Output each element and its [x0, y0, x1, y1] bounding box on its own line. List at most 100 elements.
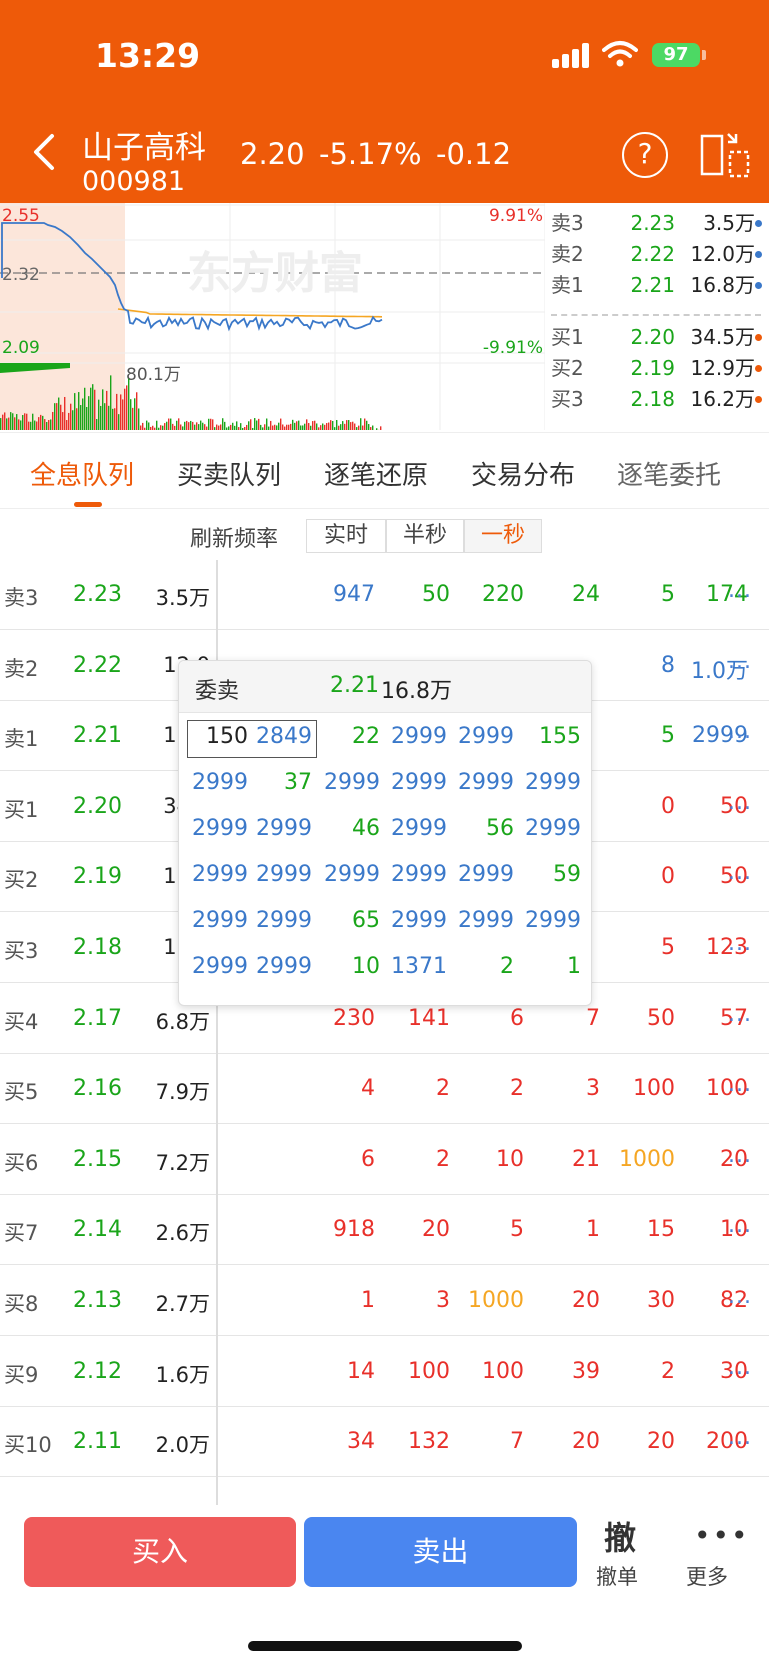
- queue-cell[interactable]: 39: [530, 1359, 600, 1384]
- tab-tick-restore[interactable]: 逐笔还原: [324, 455, 428, 492]
- queue-more[interactable]: ...: [728, 860, 752, 885]
- tab-bid-ask-queue[interactable]: 买卖队列: [177, 455, 281, 492]
- queue-cell[interactable]: 8: [605, 653, 675, 678]
- queue-more[interactable]: ...: [728, 1002, 752, 1027]
- queue-cell[interactable]: 100: [605, 1076, 675, 1101]
- popup-cell[interactable]: 56: [448, 816, 514, 841]
- popup-cell[interactable]: 2999: [182, 954, 248, 979]
- table-row[interactable]: 买10 2.11 2.0万 34 132 7 20 20 200...: [0, 1407, 769, 1478]
- queue-more[interactable]: ...: [728, 931, 752, 956]
- sell-button[interactable]: 卖出: [304, 1517, 577, 1587]
- queue-cell[interactable]: 0: [605, 864, 675, 889]
- popup-cell[interactable]: 59: [515, 862, 581, 887]
- popup-cell[interactable]: 2999: [515, 770, 581, 795]
- tab-trade-distribution[interactable]: 交易分布: [471, 455, 575, 492]
- refresh-option-half-second[interactable]: 半秒: [386, 519, 464, 553]
- queue-more[interactable]: ...: [728, 1213, 752, 1238]
- queue-more[interactable]: ...: [728, 719, 752, 744]
- more-label[interactable]: 更多: [686, 1561, 728, 1591]
- queue-cell[interactable]: 100: [380, 1359, 450, 1384]
- cancel-order-label[interactable]: 撤单: [596, 1561, 638, 1591]
- queue-cell[interactable]: 1: [305, 1288, 375, 1313]
- popup-cell[interactable]: 2999: [448, 908, 514, 933]
- popup-cell[interactable]: 2999: [246, 908, 312, 933]
- queue-more[interactable]: ...: [728, 578, 752, 603]
- intraday-chart[interactable]: 东方财富 2.55 2.32 2.09 9.91% -9.91% 80.1万: [0, 203, 546, 430]
- popup-cell[interactable]: 1: [515, 954, 581, 979]
- home-indicator[interactable]: [248, 1641, 522, 1651]
- popup-cell[interactable]: 10: [314, 954, 380, 979]
- queue-cell[interactable]: 3: [530, 1076, 600, 1101]
- table-row[interactable]: 卖3 2.23 3.5万 947 50 220 24 5 174...: [0, 560, 769, 630]
- refresh-option-one-second[interactable]: 一秒: [464, 519, 542, 553]
- order-book-row[interactable]: 卖2 2.22 12.0万: [545, 239, 769, 269]
- queue-more[interactable]: ...: [728, 1284, 752, 1309]
- queue-cell[interactable]: 2: [454, 1076, 524, 1101]
- queue-cell[interactable]: 4: [305, 1076, 375, 1101]
- queue-cell[interactable]: 20: [605, 1429, 675, 1454]
- order-book-row[interactable]: 卖3 2.23 3.5万: [545, 208, 769, 238]
- popup-cell[interactable]: 2999: [246, 862, 312, 887]
- buy-button[interactable]: 买入: [24, 1517, 296, 1587]
- table-row[interactable]: 买9 2.12 1.6万 14 100 100 39 2 30...: [0, 1337, 769, 1407]
- queue-cell[interactable]: 20: [380, 1217, 450, 1242]
- queue-cell[interactable]: 7: [454, 1429, 524, 1454]
- order-book-row[interactable]: 买1 2.20 34.5万: [545, 322, 769, 352]
- popup-cell[interactable]: 2999: [381, 816, 447, 841]
- tab-tick-orders[interactable]: 逐笔委托: [617, 455, 721, 492]
- queue-more[interactable]: ...: [728, 1425, 752, 1450]
- popup-cell[interactable]: 2999: [381, 770, 447, 795]
- queue-cell[interactable]: 3: [380, 1288, 450, 1313]
- queue-cell[interactable]: 14: [305, 1359, 375, 1384]
- queue-cell[interactable]: 15: [605, 1217, 675, 1242]
- popup-cell[interactable]: 65: [314, 908, 380, 933]
- queue-cell[interactable]: 5: [454, 1217, 524, 1242]
- table-row[interactable]: 买6 2.15 7.2万 6 2 10 21 1000 20...: [0, 1125, 769, 1195]
- popup-cell[interactable]: 2: [448, 954, 514, 979]
- popup-cell[interactable]: 2999: [448, 770, 514, 795]
- queue-cell[interactable]: 1: [530, 1217, 600, 1242]
- popup-cell[interactable]: 2999: [381, 724, 447, 749]
- queue-cell[interactable]: 2: [380, 1147, 450, 1172]
- queue-more[interactable]: ...: [728, 1355, 752, 1380]
- popup-cell[interactable]: 2999: [515, 908, 581, 933]
- popup-cell[interactable]: 46: [314, 816, 380, 841]
- queue-cell[interactable]: 5: [605, 935, 675, 960]
- queue-cell[interactable]: 947: [305, 582, 375, 607]
- popup-cell[interactable]: 2999: [182, 908, 248, 933]
- popup-cell[interactable]: 2999: [182, 770, 248, 795]
- queue-cell[interactable]: 220: [454, 582, 524, 607]
- queue-cell[interactable]: 2: [605, 1359, 675, 1384]
- queue-cell[interactable]: 230: [305, 1006, 375, 1031]
- queue-cell[interactable]: 141: [380, 1006, 450, 1031]
- queue-cell[interactable]: 20: [530, 1288, 600, 1313]
- queue-more[interactable]: ...: [728, 1072, 752, 1097]
- popup-cell[interactable]: 2999: [314, 770, 380, 795]
- queue-cell[interactable]: 918: [305, 1217, 375, 1242]
- queue-cell[interactable]: 0: [605, 794, 675, 819]
- queue-cell[interactable]: 2: [380, 1076, 450, 1101]
- queue-more[interactable]: ...: [728, 790, 752, 815]
- popup-cell[interactable]: 2999: [515, 816, 581, 841]
- queue-cell[interactable]: 132: [380, 1429, 450, 1454]
- popup-cell[interactable]: 2999: [448, 862, 514, 887]
- popup-cell[interactable]: 2999: [381, 908, 447, 933]
- popup-cell[interactable]: 2999: [246, 954, 312, 979]
- popup-cell[interactable]: 150: [182, 724, 248, 749]
- queue-cell[interactable]: 6: [454, 1006, 524, 1031]
- help-icon[interactable]: ?: [622, 132, 668, 178]
- sell-order-popup[interactable]: 委卖 2.21 16.8万 150 2849 22 2999 2999 155 2999 37…: [178, 660, 592, 1006]
- queue-cell[interactable]: 30: [605, 1288, 675, 1313]
- popup-cell[interactable]: 22: [314, 724, 380, 749]
- queue-cell[interactable]: 1000: [454, 1288, 524, 1313]
- popup-cell[interactable]: 2999: [314, 862, 380, 887]
- back-arrow-icon[interactable]: [28, 132, 58, 172]
- popup-cell[interactable]: 2999: [448, 724, 514, 749]
- table-row[interactable]: 买5 2.16 7.9万 4 2 2 3 100 100...: [0, 1054, 769, 1125]
- cancel-order-icon[interactable]: 撤: [604, 1513, 636, 1559]
- queue-cell[interactable]: 7: [530, 1006, 600, 1031]
- popup-cell[interactable]: 2999: [182, 816, 248, 841]
- queue-cell[interactable]: 6: [305, 1147, 375, 1172]
- popup-cell[interactable]: 155: [515, 724, 581, 749]
- queue-cell[interactable]: 24: [530, 582, 600, 607]
